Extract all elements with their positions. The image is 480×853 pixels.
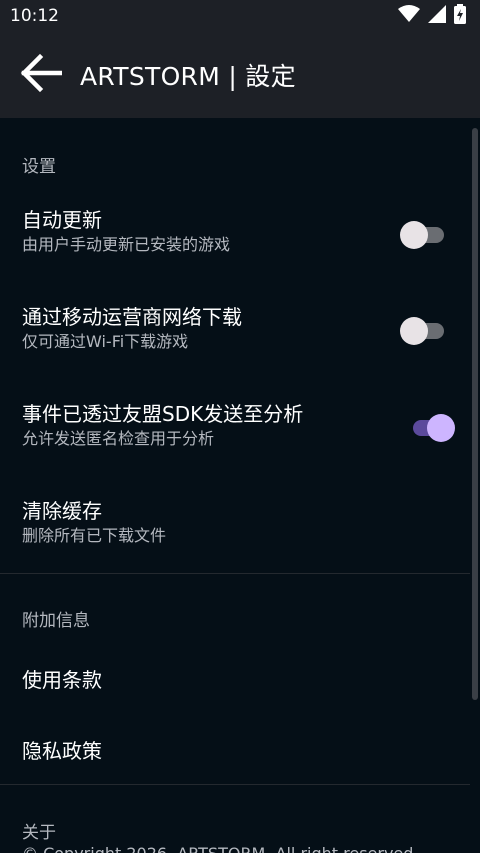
copyright-text: © Copyright 2026, ARTSTORM. All right re… (22, 844, 419, 853)
status-bar: 10:12 (0, 0, 480, 32)
section-divider (0, 573, 470, 574)
setting-item-title: 清除缓存 (22, 499, 102, 523)
setting-item-analytics[interactable]: 事件已透过友盟SDK发送至分析 允许发送匿名检查用于分析 (0, 400, 470, 450)
cellular-signal-icon (428, 5, 446, 27)
section-divider (0, 784, 470, 785)
setting-item-clear-cache[interactable]: 清除缓存 删除所有已下载文件 (0, 497, 470, 547)
page-title: ARTSTORM | 設定 (80, 62, 296, 91)
status-icons (398, 4, 466, 28)
setting-item-subtitle: 允许发送匿名检查用于分析 (22, 429, 215, 448)
privacy-policy-link[interactable]: 隐私政策 (22, 735, 102, 764)
section-header-additional: 附加信息 (22, 611, 90, 631)
setting-item-subtitle: 删除所有已下载文件 (22, 526, 167, 545)
app-bar: ARTSTORM | 設定 (0, 32, 480, 118)
section-header-about: 关于 (22, 823, 56, 843)
settings-list: 设置 自动更新 由用户手动更新已安装的游戏 通过移动运营商网络下载 仅可通过Wi… (0, 118, 480, 853)
analytics-toggle[interactable] (407, 413, 455, 442)
auto-update-toggle[interactable] (400, 220, 446, 249)
arrow-back-icon (18, 53, 63, 97)
wifi-icon (398, 5, 420, 27)
setting-item-title: 事件已透过友盟SDK发送至分析 (22, 402, 304, 426)
back-button[interactable] (0, 32, 80, 118)
terms-of-use-link[interactable]: 使用条款 (22, 664, 102, 693)
mobile-data-toggle[interactable] (400, 316, 446, 345)
battery-charging-icon (454, 4, 466, 28)
section-header-settings: 设置 (22, 157, 56, 177)
status-time: 10:12 (10, 6, 59, 26)
